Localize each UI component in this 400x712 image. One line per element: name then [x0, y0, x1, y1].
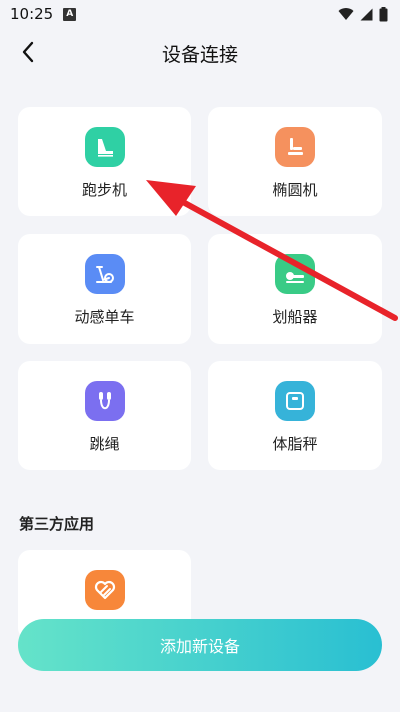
device-label: 跳绳 — [89, 435, 120, 453]
rowing-machine-icon-box — [275, 254, 315, 294]
jump-rope-icon — [98, 392, 111, 410]
device-label: 跑步机 — [81, 181, 127, 199]
status-bar: 10:25 A — [0, 0, 400, 28]
signal-icon — [360, 8, 373, 20]
jump-rope-icon-box — [84, 381, 125, 421]
device-card-jump-rope[interactable]: 跳绳 — [18, 361, 191, 470]
spin-bike-icon-box — [84, 254, 125, 294]
health-app-icon-box — [84, 570, 125, 610]
section-title-third-party: 第三方应用 — [19, 515, 95, 533]
device-card-body-fat-scale[interactable]: 体脂秤 — [208, 361, 382, 470]
add-new-device-button[interactable]: 添加新设备 — [18, 619, 382, 671]
device-card-rowing-machine[interactable]: 划船器 — [208, 234, 382, 344]
elliptical-icon-box — [275, 127, 315, 167]
body-fat-scale-icon — [286, 392, 304, 410]
device-card-spin-bike[interactable]: 动感单车 — [18, 234, 191, 344]
treadmill-icon-box — [84, 127, 125, 167]
status-time: 10:25 — [10, 5, 54, 23]
body-fat-scale-icon-box — [275, 381, 315, 421]
treadmill-icon — [97, 139, 113, 157]
device-label: 体脂秤 — [272, 435, 318, 453]
elliptical-icon — [288, 138, 303, 155]
device-label: 椭圆机 — [272, 181, 318, 199]
header: 设备连接 — [0, 28, 400, 76]
device-card-treadmill[interactable]: 跑步机 — [18, 107, 191, 216]
wifi-icon — [338, 7, 354, 20]
battery-icon — [379, 6, 388, 21]
device-card-elliptical[interactable]: 椭圆机 — [208, 107, 382, 216]
page-title: 设备连接 — [161, 44, 238, 66]
health-app-icon — [94, 580, 115, 600]
rowing-machine-icon — [286, 272, 304, 283]
device-label: 动感单车 — [74, 308, 135, 326]
device-label: 划船器 — [272, 308, 318, 326]
notification-badge-icon: A — [63, 7, 77, 21]
spin-bike-icon — [95, 266, 114, 283]
